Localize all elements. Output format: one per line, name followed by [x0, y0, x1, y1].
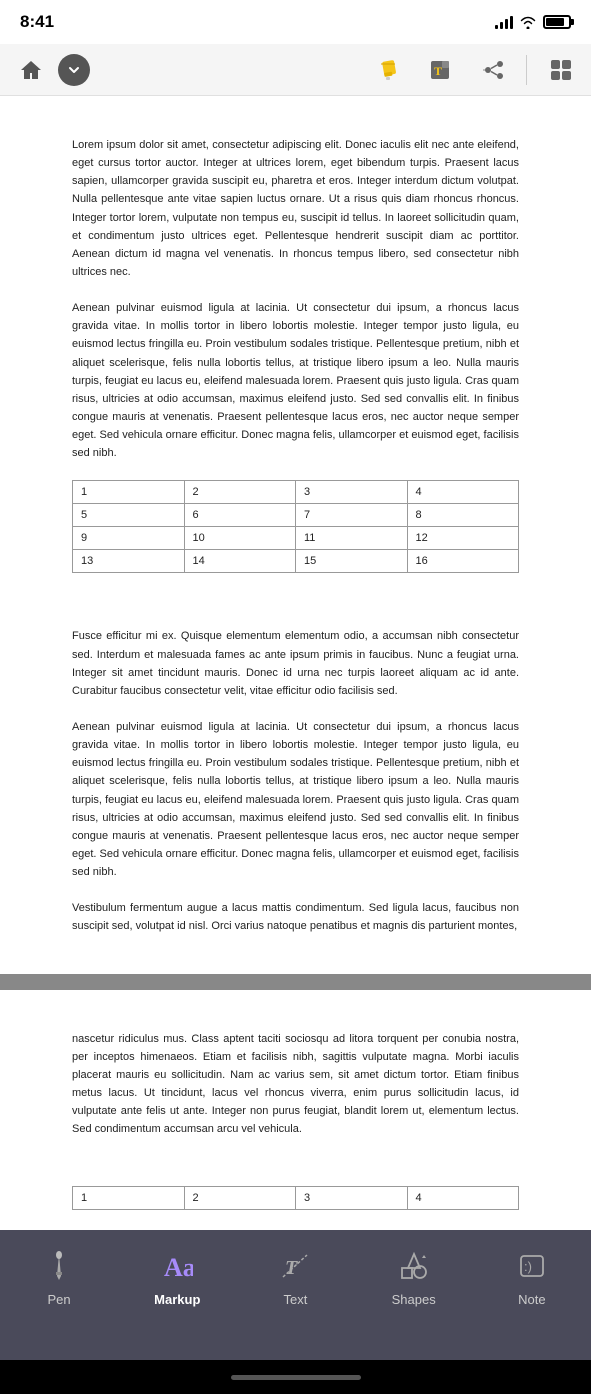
data-table: 12345678910111213141516: [72, 480, 519, 573]
signal-icon: [495, 15, 513, 29]
page-2: nascetur ridiculus mus. Class aptent tac…: [0, 990, 591, 1231]
table-cell: 10: [184, 527, 296, 550]
table-cell: 3: [296, 481, 408, 504]
home-bar: [0, 1360, 591, 1394]
shapes-tool[interactable]: Shapes: [374, 1248, 454, 1307]
document-area: Lorem ipsum dolor sit amet, consectetur …: [0, 96, 591, 1230]
toolbar-divider: [526, 55, 527, 85]
highlighter-button[interactable]: [370, 52, 406, 88]
page-2-content: nascetur ridiculus mus. Class aptent tac…: [0, 1010, 591, 1211]
paragraph-4: Aenean pulvinar euismod ligula at lacini…: [72, 718, 519, 881]
more-button[interactable]: [543, 52, 579, 88]
page-1: Lorem ipsum dolor sit amet, consectetur …: [0, 96, 591, 974]
table-cell: 5: [73, 504, 185, 527]
paragraph-2: Aenean pulvinar euismod ligula at lacini…: [72, 299, 519, 462]
note-tool[interactable]: :) Note: [492, 1248, 572, 1307]
wifi-icon: [519, 15, 537, 29]
table-cell: 4: [407, 481, 519, 504]
status-time: 8:41: [20, 12, 54, 32]
table-cell: 11: [296, 527, 408, 550]
annotate-button[interactable]: T: [422, 52, 458, 88]
pen-label: Pen: [48, 1292, 71, 1307]
dropdown-button[interactable]: [58, 54, 90, 86]
table-cell: 14: [184, 550, 296, 573]
table-cell: 16: [407, 550, 519, 573]
table-cell: 6: [184, 504, 296, 527]
page-break: [0, 974, 591, 990]
note-label: Note: [518, 1292, 545, 1307]
text-icon: T: [277, 1248, 313, 1284]
status-icons: [495, 15, 571, 29]
table-cell: 8: [407, 504, 519, 527]
paragraph-1: Lorem ipsum dolor sit amet, consectetur …: [72, 136, 519, 281]
svg-text:T: T: [285, 1257, 298, 1279]
markup-label: Markup: [154, 1292, 200, 1307]
pen-tool[interactable]: Pen: [19, 1248, 99, 1307]
home-button[interactable]: [12, 51, 50, 89]
toolbar: T: [0, 44, 591, 96]
shapes-label: Shapes: [392, 1292, 436, 1307]
text-label: Text: [284, 1292, 308, 1307]
battery-icon: [543, 15, 571, 29]
page-1-content: Lorem ipsum dolor sit amet, consectetur …: [0, 116, 591, 936]
share-button[interactable]: [474, 52, 510, 88]
table-cell: 1: [73, 481, 185, 504]
home-bar-pill: [231, 1375, 361, 1380]
table-cell: 15: [296, 550, 408, 573]
note-icon: :): [514, 1248, 550, 1284]
table-cell: 13: [73, 550, 185, 573]
table-cell: 12: [407, 527, 519, 550]
toolbar-actions: T: [370, 52, 579, 88]
paragraph-5: Vestibulum fermentum augue a lacus matti…: [72, 899, 519, 935]
table-cell: 9: [73, 527, 185, 550]
status-bar: 8:41: [0, 0, 591, 44]
bottom-toolbar: Pen Aa Markup T Text Shap: [0, 1230, 591, 1360]
markup-tool[interactable]: Aa Markup: [137, 1248, 217, 1307]
svg-text:T: T: [434, 64, 442, 78]
markup-icon: Aa: [159, 1248, 195, 1284]
svg-text:Aa: Aa: [164, 1253, 193, 1282]
text-tool[interactable]: T Text: [255, 1248, 335, 1307]
table-cell: 7: [296, 504, 408, 527]
pen-icon: [41, 1248, 77, 1284]
table-cell: 2: [184, 481, 296, 504]
paragraph-6: nascetur ridiculus mus. Class aptent tac…: [72, 1030, 519, 1139]
svg-text::): :): [524, 1259, 532, 1274]
paragraph-3: Fusce efficitur mi ex. Quisque elementum…: [72, 627, 519, 700]
shapes-icon: [396, 1248, 432, 1284]
